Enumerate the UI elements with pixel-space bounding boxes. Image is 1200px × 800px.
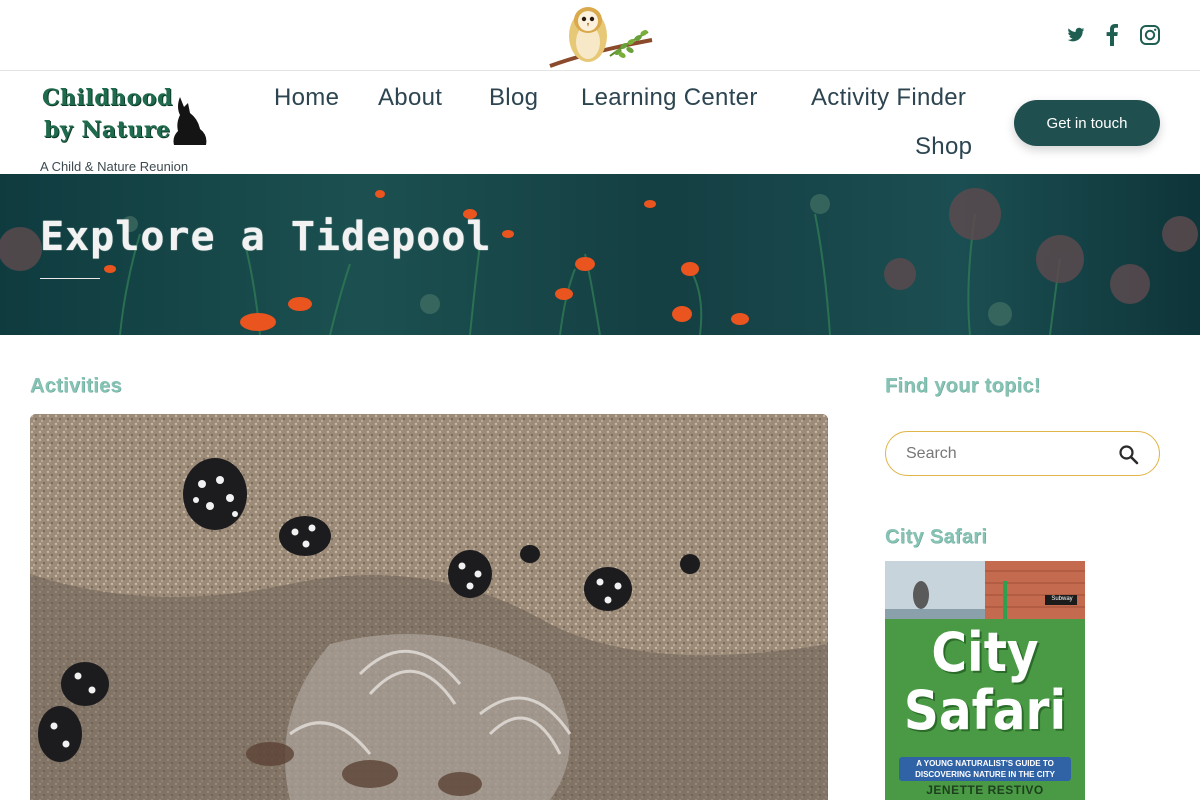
book-subtitle: A YOUNG NATURALIST'S GUIDE TO DISCOVERIN… <box>899 757 1071 781</box>
nav-home[interactable]: Home <box>274 84 339 112</box>
nav-learning-center[interactable]: Learning Center <box>581 84 758 112</box>
book-title-line2: Safari <box>903 679 1067 742</box>
city-safari-book-cover[interactable]: Subway City Safari A YOUNG NATURALIST'S … <box>885 561 1085 800</box>
nav-blog[interactable]: Blog <box>489 84 538 112</box>
owl-mascot-icon <box>549 7 653 68</box>
logo-tagline: A Child & Nature Reunion <box>40 159 189 174</box>
book-subtitle-line2: DISCOVERING NATURE IN THE CITY <box>915 770 1055 779</box>
twitter-icon <box>1067 27 1085 42</box>
nav-activity-finder[interactable]: Activity Finder <box>811 84 966 112</box>
activities-heading: Activities <box>30 375 122 397</box>
book-subtitle-line1: A YOUNG NATURALIST'S GUIDE TO <box>916 759 1054 768</box>
facebook-icon <box>1106 24 1118 46</box>
nav-shop[interactable]: Shop <box>915 133 972 161</box>
title-underline <box>40 278 100 279</box>
twitter-link[interactable] <box>1063 22 1089 48</box>
book-title-line1: City <box>931 621 1039 684</box>
page-title: Explore a Tidepool <box>40 214 492 260</box>
search-icon[interactable] <box>1117 443 1141 467</box>
site-header: Childhood by Nature A Child & Nature Reu… <box>0 71 1200 174</box>
get-in-touch-button[interactable]: Get in touch <box>1014 100 1160 146</box>
search-input[interactable] <box>906 443 1106 465</box>
instagram-link[interactable] <box>1137 22 1163 48</box>
facebook-link[interactable] <box>1099 22 1125 48</box>
logo-text-line1: Childhood <box>42 85 173 111</box>
instagram-icon <box>1140 25 1160 45</box>
logo-text-line2: by Nature <box>44 117 171 143</box>
tidepool-photo <box>30 414 828 800</box>
find-topic-heading: Find your topic! <box>885 375 1041 397</box>
top-bar <box>0 0 1200 71</box>
site-logo[interactable]: Childhood by Nature A Child & Nature Reu… <box>38 77 238 177</box>
city-safari-heading: City Safari <box>885 526 988 548</box>
book-cover-photo: Subway <box>885 561 1085 619</box>
subway-sign: Subway <box>1051 596 1073 602</box>
nav-about[interactable]: About <box>378 84 442 112</box>
hero-banner: Explore a Tidepool <box>0 174 1200 335</box>
book-author: JENETTE RESTIVO <box>926 783 1044 797</box>
search-box <box>885 431 1160 476</box>
wolf-silhouette-icon <box>173 97 207 145</box>
